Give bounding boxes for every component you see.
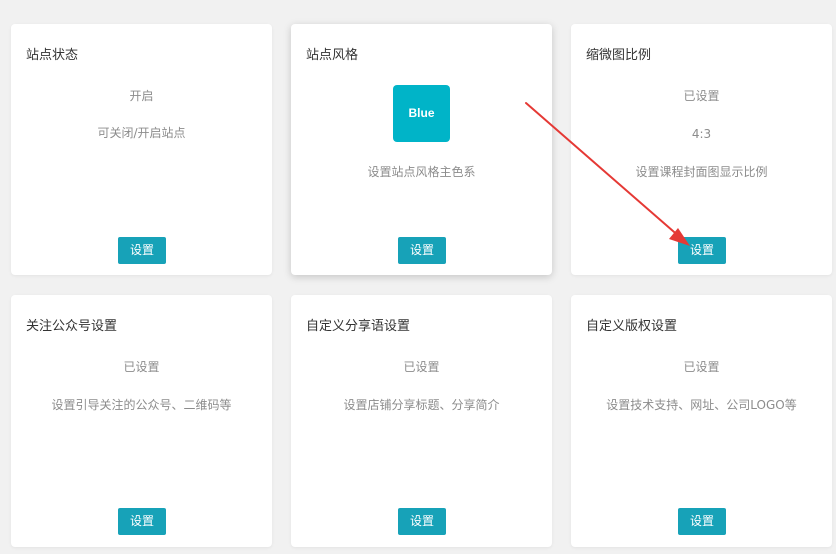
ratio-value: 4:3 bbox=[691, 127, 712, 141]
card-follow-official-account: 关注公众号设置 已设置 设置引导关注的公众号、二维码等 设置 bbox=[11, 295, 272, 547]
description-text: 设置站点风格主色系 bbox=[367, 165, 476, 179]
description-text: 可关闭/开启站点 bbox=[97, 126, 186, 140]
card-title: 自定义版权设置 bbox=[586, 319, 678, 334]
status-text: 开启 bbox=[129, 89, 154, 103]
card-custom-share-text: 自定义分享语设置 已设置 设置店铺分享标题、分享简介 设置 bbox=[291, 295, 552, 547]
card-site-status: 站点状态 开启 可关闭/开启站点 设置 bbox=[11, 24, 272, 275]
card-title: 站点状态 bbox=[26, 48, 79, 63]
card-title: 缩微图比例 bbox=[586, 48, 652, 63]
status-text: 已设置 bbox=[403, 360, 440, 374]
description-text: 设置引导关注的公众号、二维码等 bbox=[51, 398, 232, 412]
card-title: 站点风格 bbox=[306, 48, 359, 63]
description-text: 设置店铺分享标题、分享简介 bbox=[343, 398, 500, 412]
card-thumbnail-ratio: 缩微图比例 已设置 4:3 设置课程封面图显示比例 设置 bbox=[571, 24, 832, 275]
card-site-style: 站点风格 Blue 设置站点风格主色系 设置 bbox=[291, 24, 552, 275]
status-text: 已设置 bbox=[683, 89, 720, 103]
site-status-settings-button[interactable]: 设置 bbox=[118, 237, 166, 264]
theme-color-swatch[interactable]: Blue bbox=[393, 85, 450, 142]
thumbnail-ratio-settings-button[interactable]: 设置 bbox=[678, 237, 726, 264]
status-text: 已设置 bbox=[123, 360, 160, 374]
card-title: 自定义分享语设置 bbox=[306, 319, 411, 334]
site-style-settings-button[interactable]: 设置 bbox=[398, 237, 446, 264]
status-text: 已设置 bbox=[683, 360, 720, 374]
follow-account-settings-button[interactable]: 设置 bbox=[118, 508, 166, 535]
card-custom-copyright: 自定义版权设置 已设置 设置技术支持、网址、公司LOGO等 设置 bbox=[571, 295, 832, 547]
card-title: 关注公众号设置 bbox=[26, 319, 118, 334]
description-text: 设置课程封面图显示比例 bbox=[635, 165, 768, 179]
description-text: 设置技术支持、网址、公司LOGO等 bbox=[606, 398, 797, 412]
share-text-settings-button[interactable]: 设置 bbox=[398, 508, 446, 535]
copyright-settings-button[interactable]: 设置 bbox=[678, 508, 726, 535]
